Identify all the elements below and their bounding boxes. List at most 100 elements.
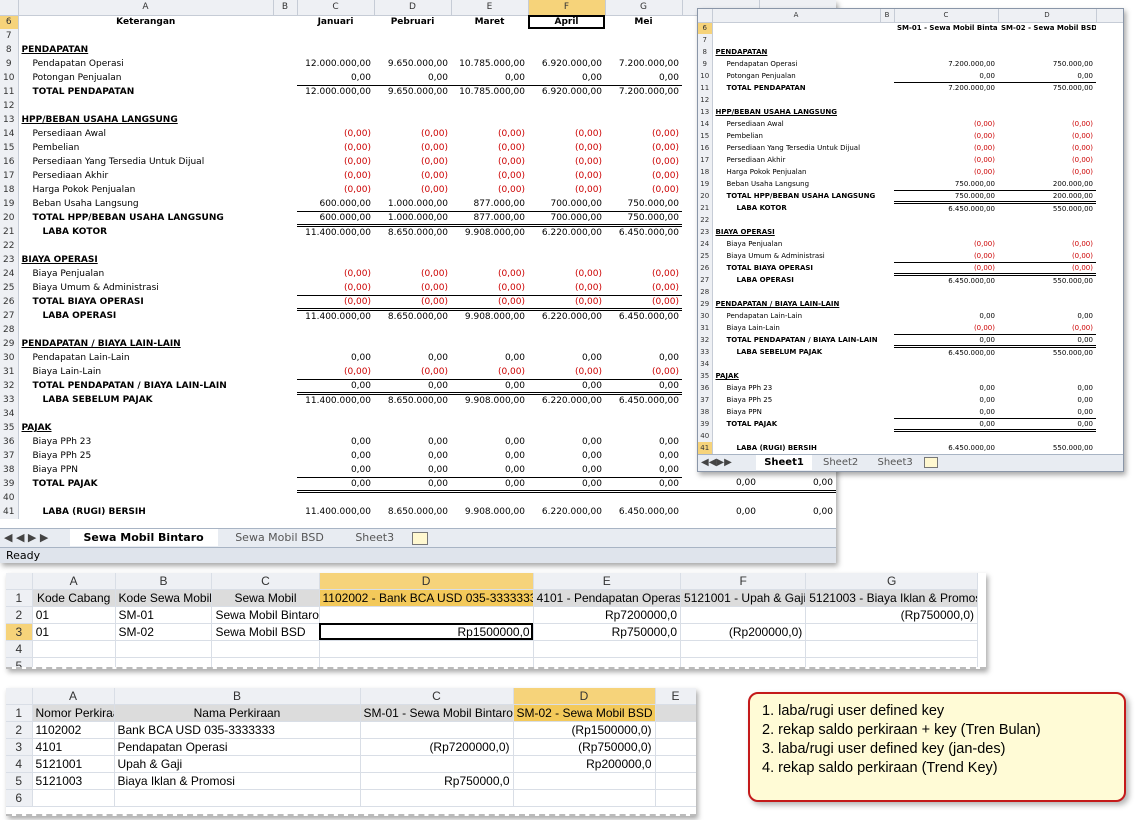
value-cell[interactable]: 10.785.000,00	[451, 57, 528, 71]
value-cell[interactable]	[374, 239, 451, 253]
pivot-cell[interactable]: Sewa Mobil BSD	[211, 623, 320, 641]
value-cell[interactable]: 0,00	[605, 463, 682, 478]
cell[interactable]	[273, 141, 297, 155]
value-cell[interactable]: 0,00	[759, 477, 836, 493]
value-cell[interactable]: 0,00	[528, 435, 605, 449]
row-number[interactable]: 16	[0, 155, 19, 169]
account-label[interactable]: TOTAL PENDAPATAN	[18, 85, 273, 99]
row-number[interactable]: 34	[698, 358, 713, 370]
cell[interactable]	[273, 197, 297, 211]
cell[interactable]	[880, 322, 894, 334]
value-cell[interactable]: (0,00)	[451, 141, 528, 155]
column-letter[interactable]: C	[360, 688, 514, 705]
pivot-column-header[interactable]: Kode Sewa Mobil	[115, 589, 213, 607]
value-cell[interactable]: 7.200.000,00	[605, 57, 682, 71]
row-number[interactable]: 27	[0, 309, 19, 323]
pivot-cell[interactable]	[211, 640, 320, 658]
row-number[interactable]: 14	[0, 127, 19, 141]
row-number[interactable]: 26	[0, 295, 19, 309]
row-number[interactable]: 1	[6, 589, 33, 607]
account-label[interactable]: PAJAK	[712, 370, 880, 382]
account-label[interactable]: Biaya PPh 23	[712, 382, 880, 394]
cell[interactable]	[880, 226, 894, 238]
value-cell[interactable]: (0,00)	[374, 127, 451, 141]
row-number[interactable]: 4	[6, 640, 33, 658]
value-cell[interactable]: (0,00)	[374, 183, 451, 197]
value-cell[interactable]	[374, 43, 451, 57]
row-number[interactable]: 3	[6, 738, 33, 756]
pivot-cell[interactable]	[319, 606, 534, 624]
value-cell[interactable]: 0,00	[451, 477, 528, 493]
row-number[interactable]: 21	[0, 225, 19, 239]
cell[interactable]	[273, 43, 297, 57]
account-label[interactable]: PAJAK	[18, 421, 273, 435]
pivot-column-header[interactable]: Sewa Mobil	[211, 589, 320, 607]
cell[interactable]	[1096, 34, 1123, 46]
column-letter[interactable]: C	[297, 0, 375, 16]
cell[interactable]	[1096, 226, 1123, 238]
value-cell[interactable]: (0,00)	[605, 365, 682, 380]
cell[interactable]	[273, 15, 297, 29]
value-cell[interactable]: 0,00	[374, 449, 451, 463]
value-cell[interactable]: 0,00	[451, 435, 528, 449]
row-number[interactable]: 40	[0, 491, 19, 505]
value-cell[interactable]: (0,00)	[528, 141, 605, 155]
value-cell[interactable]: (0,00)	[605, 183, 682, 197]
pivot-column-header[interactable]: Nomor Perkiraan	[32, 704, 115, 722]
value-cell[interactable]	[297, 323, 374, 337]
value-cell[interactable]: 600.000,00	[297, 197, 374, 212]
pivot-cell[interactable]: 4101	[32, 738, 115, 756]
value-cell[interactable]	[998, 298, 1096, 310]
cell[interactable]	[273, 267, 297, 281]
value-cell[interactable]	[894, 46, 998, 58]
cell[interactable]	[880, 190, 894, 202]
value-cell[interactable]	[528, 491, 605, 505]
value-cell[interactable]: (0,00)	[528, 169, 605, 183]
month-header[interactable]: Maret	[451, 15, 528, 29]
tab-nav-arrows[interactable]: ◀ ◀ ▶ ▶	[0, 531, 66, 544]
value-cell[interactable]	[894, 430, 998, 442]
row-number[interactable]: 22	[698, 214, 713, 226]
value-cell[interactable]	[894, 358, 998, 370]
row-number[interactable]: 27	[698, 274, 713, 286]
cell[interactable]	[273, 99, 297, 113]
row-number[interactable]: 18	[698, 166, 713, 178]
cell[interactable]	[1096, 298, 1123, 310]
value-cell[interactable]: (0,00)	[998, 130, 1096, 142]
cell[interactable]	[273, 351, 297, 365]
value-cell[interactable]: 9.908.000,00	[451, 225, 528, 239]
cell[interactable]	[1096, 214, 1123, 226]
row-number[interactable]: 34	[0, 407, 19, 421]
row-number[interactable]: 2	[6, 606, 33, 624]
account-label[interactable]: LABA KOTOR	[712, 202, 880, 214]
cell[interactable]	[1096, 274, 1123, 286]
row-number[interactable]: 5	[6, 772, 33, 790]
cell[interactable]	[1096, 130, 1123, 142]
cell[interactable]	[1096, 166, 1123, 178]
value-cell[interactable]: 0,00	[998, 70, 1096, 83]
value-cell[interactable]: 0,00	[528, 351, 605, 365]
pivot-cell[interactable]	[32, 640, 116, 658]
cell[interactable]	[880, 406, 894, 418]
cell[interactable]	[1096, 430, 1123, 442]
account-label[interactable]	[712, 358, 880, 370]
row-number[interactable]: 11	[698, 82, 713, 94]
account-label[interactable]: Pendapatan Operasi	[18, 57, 273, 71]
value-cell[interactable]: 6.450.000,00	[605, 393, 682, 407]
account-label[interactable]: Harga Pokok Penjualan	[18, 183, 273, 197]
insert-sheet-icon[interactable]	[411, 531, 428, 545]
value-cell[interactable]: 1.000.000,00	[374, 197, 451, 212]
value-cell[interactable]	[297, 239, 374, 253]
cell[interactable]	[880, 154, 894, 166]
value-cell[interactable]	[451, 337, 528, 351]
value-cell[interactable]: 0,00	[297, 477, 374, 493]
value-cell[interactable]: (0,00)	[374, 169, 451, 183]
value-cell[interactable]: 600.000,00	[297, 211, 374, 227]
value-cell[interactable]: (0,00)	[605, 295, 682, 311]
row-number[interactable]: 36	[698, 382, 713, 394]
row-number[interactable]: 19	[0, 197, 19, 211]
value-cell[interactable]: 550.000,00	[998, 274, 1096, 286]
value-cell[interactable]: 0,00	[528, 379, 605, 395]
pivot-cell[interactable]	[533, 657, 682, 667]
value-cell[interactable]: 877.000,00	[451, 197, 528, 212]
